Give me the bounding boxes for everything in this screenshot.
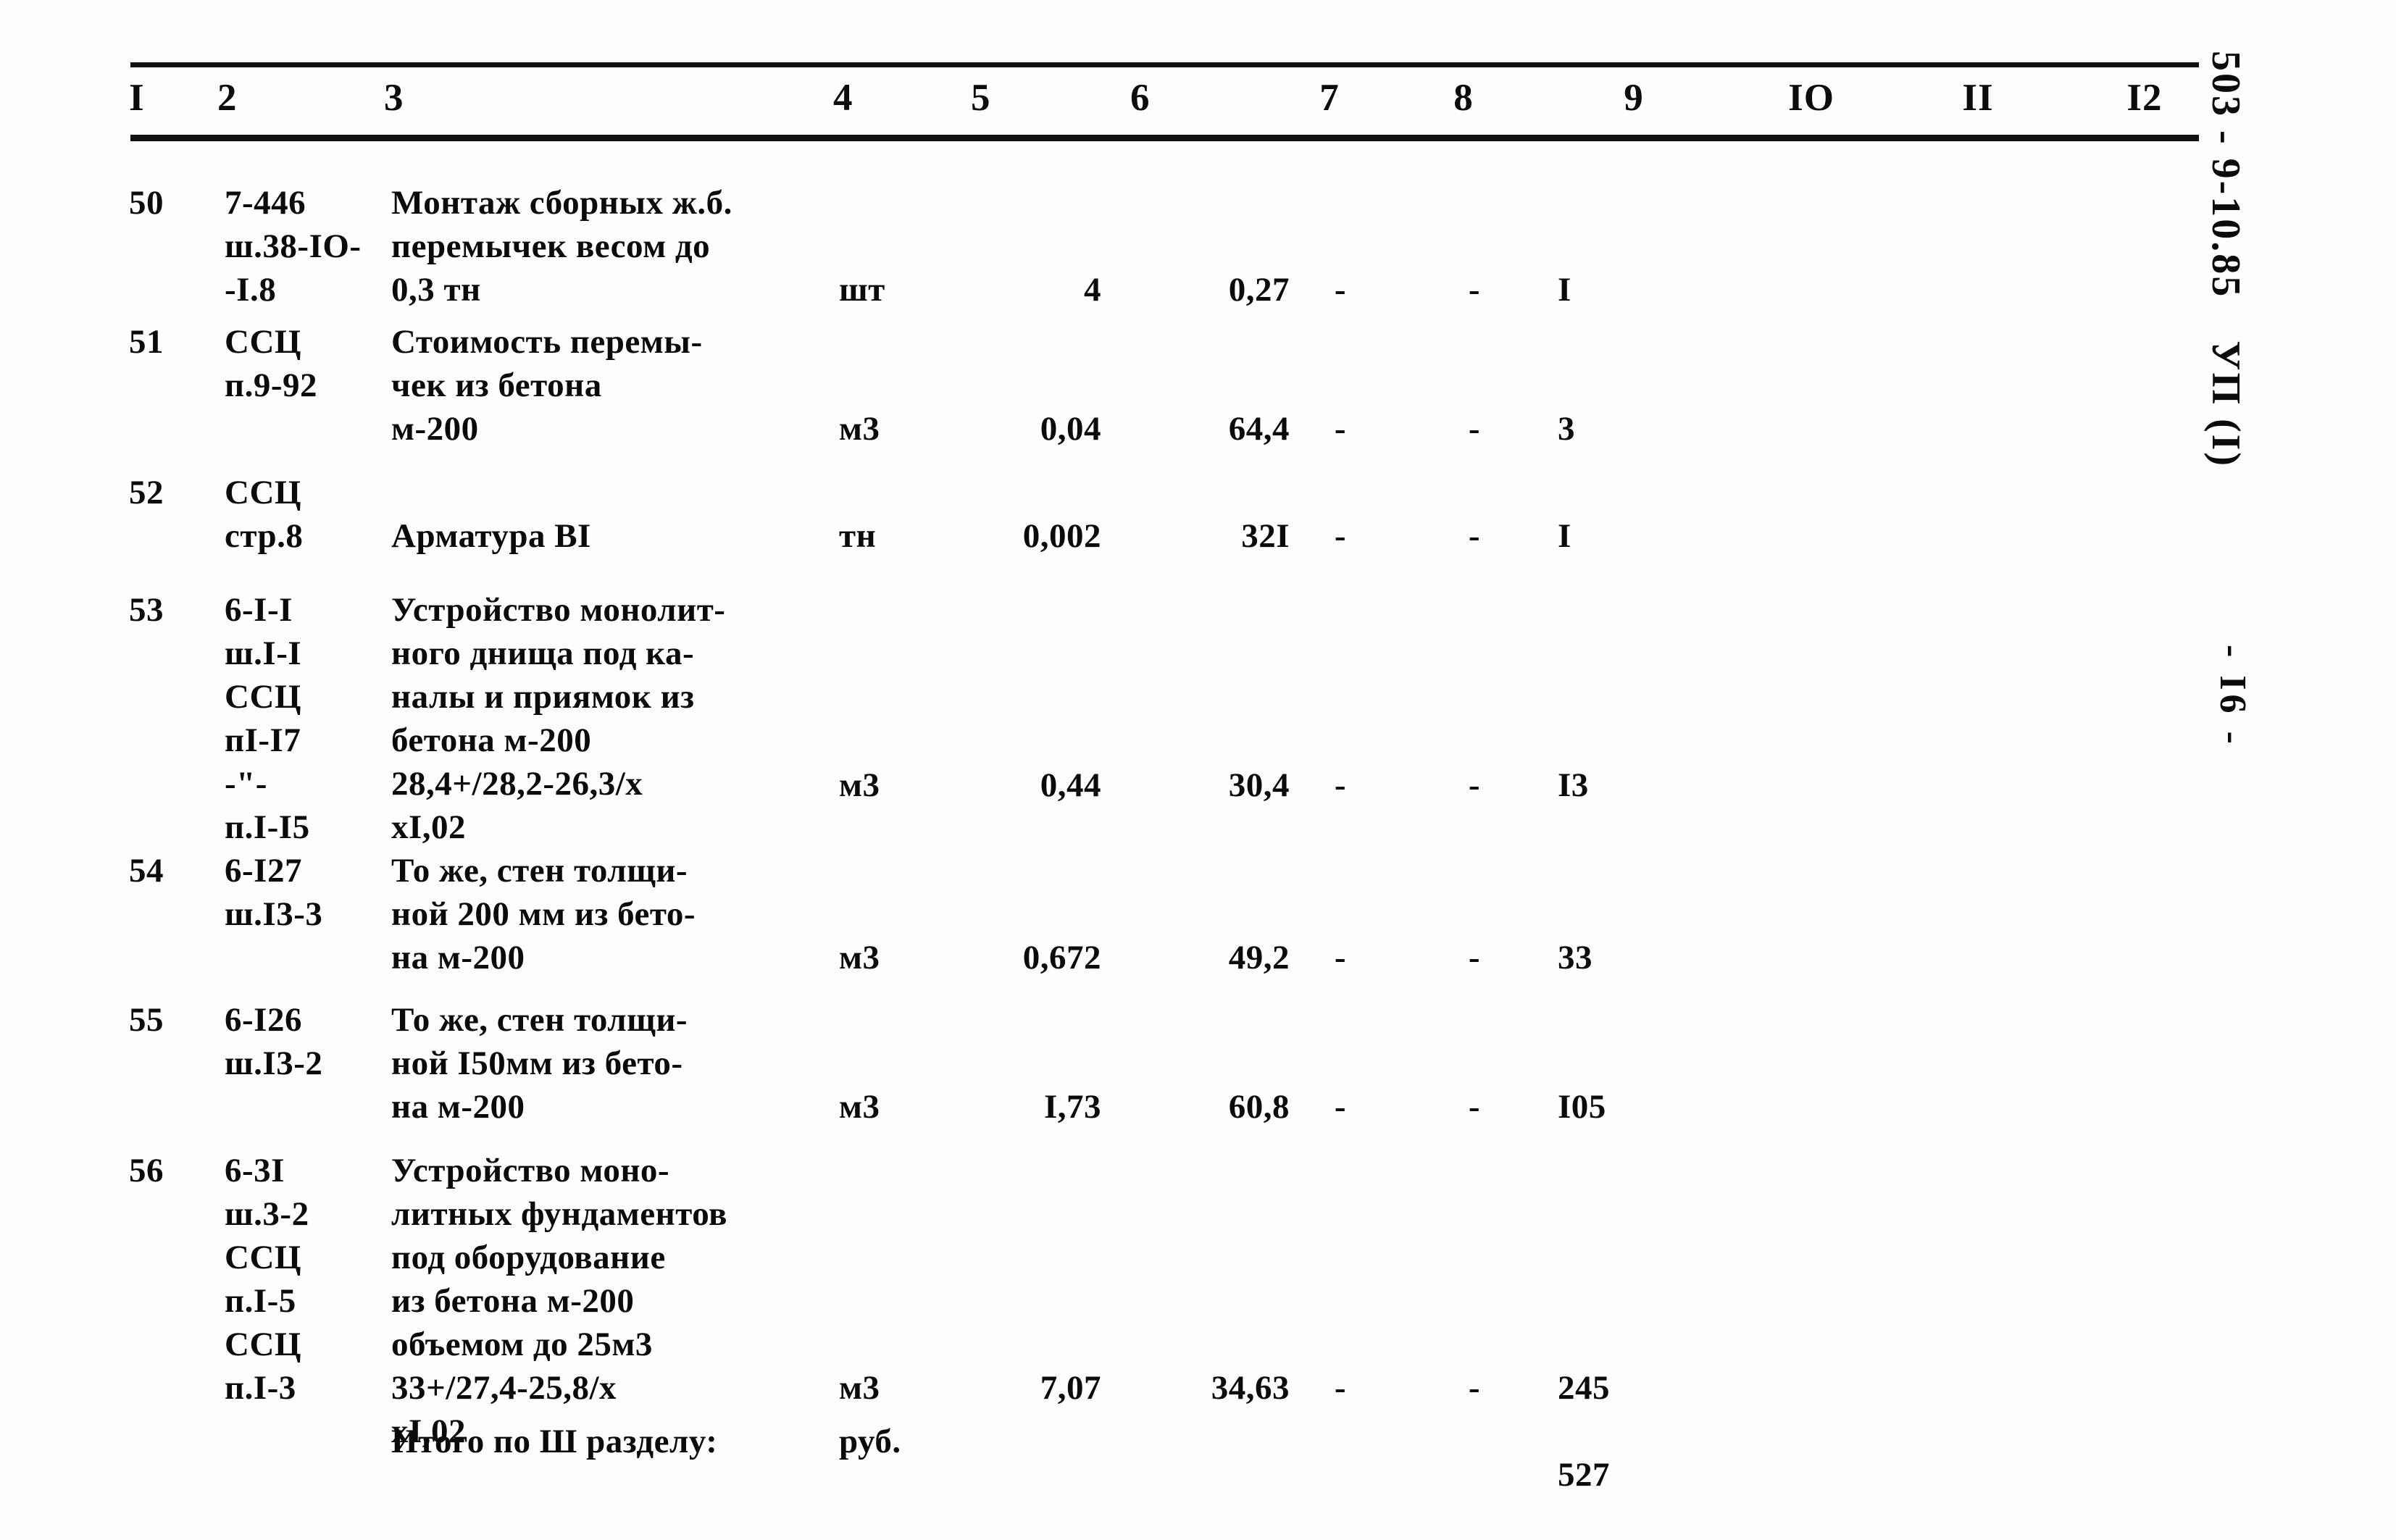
row-number: 54 [129, 852, 164, 890]
column-header-2: 2 [217, 77, 238, 119]
row-col9: I [1558, 517, 1571, 555]
row-unit: м3 [839, 1088, 880, 1126]
row-description: То же, стен толщи- ной I50мм из бето- на… [391, 1001, 688, 1126]
row-number: 52 [129, 474, 164, 511]
row-col7: - [1334, 1369, 1347, 1407]
row-price: 32I [1241, 517, 1290, 555]
sheet-code-suffix: УП (I) [2203, 340, 2248, 469]
column-header-4: 4 [833, 77, 853, 119]
row-number: 56 [129, 1152, 164, 1189]
row-number: 51 [129, 323, 164, 361]
row-code: ССЦ п.9-92 [225, 323, 317, 404]
row-col7: - [1334, 1088, 1347, 1126]
row-number: 50 [129, 184, 164, 222]
row-number: 53 [129, 591, 164, 629]
row-col7: - [1334, 517, 1347, 555]
column-header-5: 5 [971, 77, 991, 119]
row-price: 60,8 [1228, 1088, 1290, 1126]
row-col8: - [1468, 766, 1481, 804]
row-description: Монтаж сборных ж.б. перемычек весом до 0… [391, 184, 732, 309]
column-header-10: IO [1788, 77, 1834, 119]
row-col9: 3 [1558, 410, 1575, 448]
section-total-unit: руб. [839, 1423, 901, 1460]
column-header-6: 6 [1130, 77, 1151, 119]
row-description: Стоимость перемы- чек из бетона м-200 [391, 323, 703, 448]
row-price: 64,4 [1228, 410, 1290, 448]
row-description: Устройство монолит- ного днища под ка- н… [391, 591, 726, 846]
column-header-3: 3 [384, 77, 404, 119]
row-unit: шт [839, 271, 885, 309]
row-col7: - [1334, 410, 1347, 448]
column-header-11: II [1962, 77, 1994, 119]
row-col9: I3 [1558, 766, 1589, 804]
sheet-code-vertical: 503 - 9-10.85 УП (I) [2203, 51, 2249, 468]
row-code: 6-I27 ш.I3-3 [225, 852, 323, 933]
row-code: 7-446 ш.38-IO- -I.8 [225, 184, 362, 309]
row-quantity: 0,002 [1022, 517, 1101, 555]
row-number: 55 [129, 1001, 164, 1039]
row-description: То же, стен толщи- ной 200 мм из бето- н… [391, 852, 696, 976]
header-rule-bottom [130, 135, 2199, 141]
row-description: Устройство моно- литных фундаментов под … [391, 1152, 727, 1450]
row-unit: м3 [839, 410, 880, 448]
column-header-7: 7 [1319, 77, 1340, 119]
row-unit: тн [839, 517, 877, 555]
section-total-value: 527 [1558, 1456, 1610, 1494]
row-col8: - [1468, 271, 1481, 309]
row-code: 6-I26 ш.I3-2 [225, 1001, 323, 1082]
row-col9: 245 [1558, 1369, 1610, 1407]
row-col7: - [1334, 271, 1347, 309]
row-code: 6-3I ш.3-2 ССЦ п.I-5 ССЦ п.I-3 [225, 1152, 309, 1407]
row-code: 6-I-I ш.I-I ССЦ пI-I7 -"- п.I-I5 [225, 591, 310, 846]
section-total-label: Итого по Ш разделу: [391, 1423, 718, 1460]
column-header-8: 8 [1453, 77, 1474, 119]
row-quantity: 0,44 [1040, 766, 1101, 804]
header-rule-top [130, 62, 2199, 67]
row-col8: - [1468, 1088, 1481, 1126]
row-col9: I05 [1558, 1088, 1606, 1126]
row-price: 30,4 [1228, 766, 1290, 804]
row-col9: I [1558, 271, 1571, 309]
row-price: 49,2 [1228, 939, 1290, 976]
row-price: 34,63 [1211, 1369, 1290, 1407]
row-col7: - [1334, 939, 1347, 976]
row-quantity: I,73 [1043, 1088, 1101, 1126]
row-unit: м3 [839, 766, 880, 804]
column-header-12: I2 [2126, 77, 2163, 119]
row-description: Арматура ВI [391, 517, 591, 555]
row-col7: - [1334, 766, 1347, 804]
row-quantity: 0,04 [1040, 410, 1101, 448]
document-page: I 2 3 4 5 6 7 8 9 IO II I2 50 7-446 ш.38… [0, 0, 2396, 1540]
row-col8: - [1468, 410, 1481, 448]
row-quantity: 0,672 [1022, 939, 1101, 976]
row-unit: м3 [839, 1369, 880, 1407]
column-header-1: I [129, 77, 145, 119]
row-quantity: 4 [1084, 271, 1101, 309]
row-quantity: 7,07 [1040, 1369, 1101, 1407]
row-col8: - [1468, 1369, 1481, 1407]
sheet-code-number: 503 - 9-10.85 [2203, 51, 2248, 299]
column-header-9: 9 [1624, 77, 1644, 119]
row-col8: - [1468, 939, 1481, 976]
row-price: 0,27 [1228, 271, 1290, 309]
row-col9: 33 [1558, 939, 1593, 976]
row-col8: - [1468, 517, 1481, 555]
row-unit: м3 [839, 939, 880, 976]
row-code: ССЦ стр.8 [225, 474, 304, 555]
page-number-vertical: - I6 - [2212, 645, 2253, 748]
